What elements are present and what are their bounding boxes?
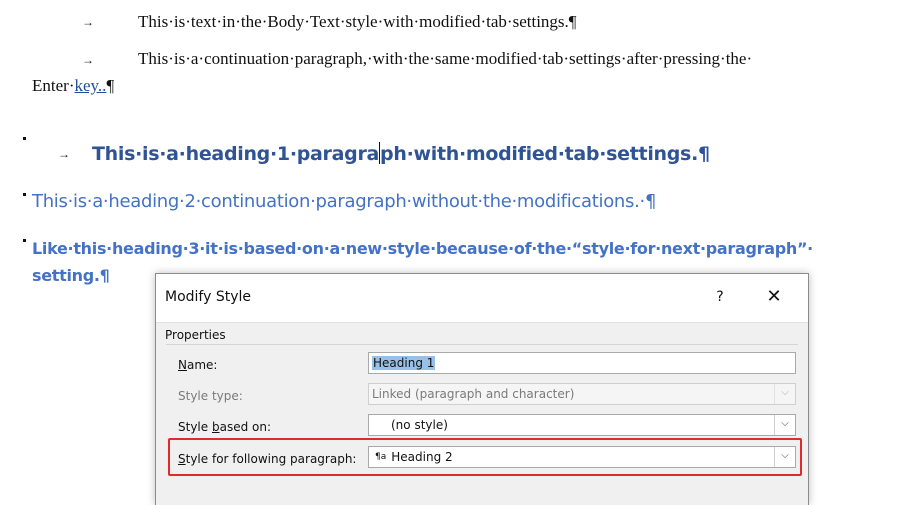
tab-marker: → (58, 147, 70, 161)
name-label: Name: (178, 358, 218, 372)
body-text-paragraph-2[interactable]: This·is·a·continuation·paragraph,·with·t… (138, 49, 752, 69)
chevron-down-icon[interactable]: ⌵ (774, 415, 795, 435)
tab-marker: → (82, 53, 94, 67)
dialog-title: Modify Style (165, 289, 252, 305)
heading-2-paragraph[interactable]: This·is·a·heading·2·continuation·paragra… (32, 191, 656, 212)
paragraph-mark-bullet (23, 239, 26, 242)
heading-1-paragraph[interactable]: This·is·a·heading·1·paragraph·with·modif… (92, 142, 710, 165)
paragraph-mark-bullet (23, 137, 26, 140)
close-icon[interactable]: ✕ (762, 285, 786, 309)
tab-marker: → (82, 15, 94, 29)
paragraph-mark-bullet (23, 193, 26, 196)
body-text-paragraph-1[interactable]: This·is·text·in·the·Body·Text·style·with… (138, 12, 577, 32)
name-value: Heading 1 (372, 356, 436, 370)
heading-1-text-start: This·is·a·heading·1·paragra (92, 143, 380, 165)
help-icon[interactable]: ? (708, 285, 732, 309)
style-based-on-label: Style based on: (178, 420, 272, 434)
style-based-on-select[interactable]: (no style) ⌵ (368, 414, 796, 436)
group-divider (166, 344, 798, 345)
body-text-enter: Enter· (32, 76, 75, 95)
heading-1-text-end: ph·with·modified·tab·settings.¶ (380, 143, 710, 165)
style-type-label: Style type: (178, 389, 243, 403)
name-input[interactable]: Heading 1 (368, 352, 796, 374)
style-type-select: Linked (paragraph and character) ⌵ (368, 383, 796, 405)
key-link[interactable]: key.. (74, 76, 106, 95)
heading-3-paragraph-continued[interactable]: setting.¶ (32, 266, 110, 285)
heading-3-paragraph[interactable]: Like·this·heading·3·it·is·based·on·a·new… (32, 239, 813, 258)
chevron-down-icon: ⌵ (774, 384, 795, 404)
body-text-paragraph-2-continued[interactable]: Enter·key..¶ (32, 76, 114, 96)
properties-group-label: Properties (165, 328, 226, 342)
highlight-annotation-box (168, 438, 802, 476)
style-based-on-value: (no style) (391, 418, 448, 432)
style-type-value: Linked (paragraph and character) (372, 387, 575, 401)
pilcrow: ¶ (106, 76, 115, 95)
